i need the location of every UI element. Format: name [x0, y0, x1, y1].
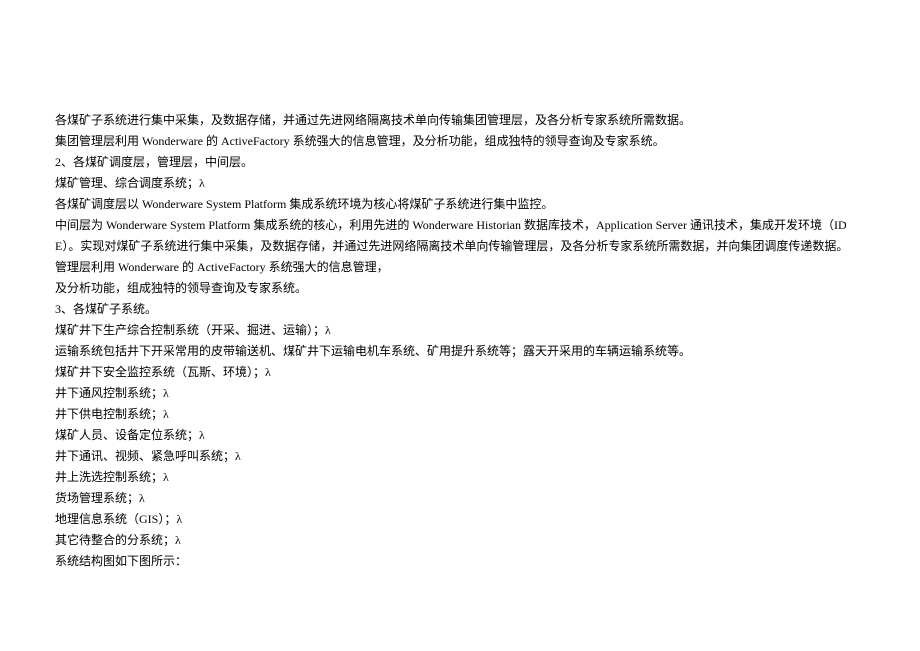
text-line-12: 煤矿井下安全监控系统（瓦斯、环境）；λ: [55, 362, 865, 383]
text-line-8: 及分析功能，组成独特的领导查询及专家系统。: [55, 278, 865, 299]
text-line-14: 井下供电控制系统；λ: [55, 404, 865, 425]
text-line-17: 井上洗选控制系统；λ: [55, 467, 865, 488]
text-line-3: 2、各煤矿调度层，管理层，中间层。: [55, 152, 865, 173]
text-line-18: 货场管理系统；λ: [55, 488, 865, 509]
text-line-11: 运输系统包括井下开采常用的皮带输送机、煤矿井下运输电机车系统、矿用提升系统等；露…: [55, 341, 865, 362]
text-line-5: 各煤矿调度层以 Wonderware System Platform 集成系统环…: [55, 194, 865, 215]
text-line-16: 井下通讯、视频、紧急呼叫系统；λ: [55, 446, 865, 467]
text-line-2: 集团管理层利用 Wonderware 的 ActiveFactory 系统强大的…: [55, 131, 865, 152]
text-line-7: 管理层利用 Wonderware 的 ActiveFactory 系统强大的信息…: [55, 257, 865, 278]
text-line-1: 各煤矿子系统进行集中采集，及数据存储，并通过先进网络隔离技术单向传输集团管理层，…: [55, 110, 865, 131]
text-line-20: 其它待整合的分系统；λ: [55, 530, 865, 551]
text-line-9: 3、各煤矿子系统。: [55, 299, 865, 320]
text-line-15: 煤矿人员、设备定位系统；λ: [55, 425, 865, 446]
text-line-13: 井下通风控制系统；λ: [55, 383, 865, 404]
text-line-10: 煤矿井下生产综合控制系统（开采、掘进、运输）；λ: [55, 320, 865, 341]
text-line-6: 中间层为 Wonderware System Platform 集成系统的核心，…: [55, 215, 865, 257]
text-line-4: 煤矿管理、综合调度系统；λ: [55, 173, 865, 194]
text-line-19: 地理信息系统（GIS）；λ: [55, 509, 865, 530]
text-line-21: 系统结构图如下图所示：: [55, 551, 865, 572]
